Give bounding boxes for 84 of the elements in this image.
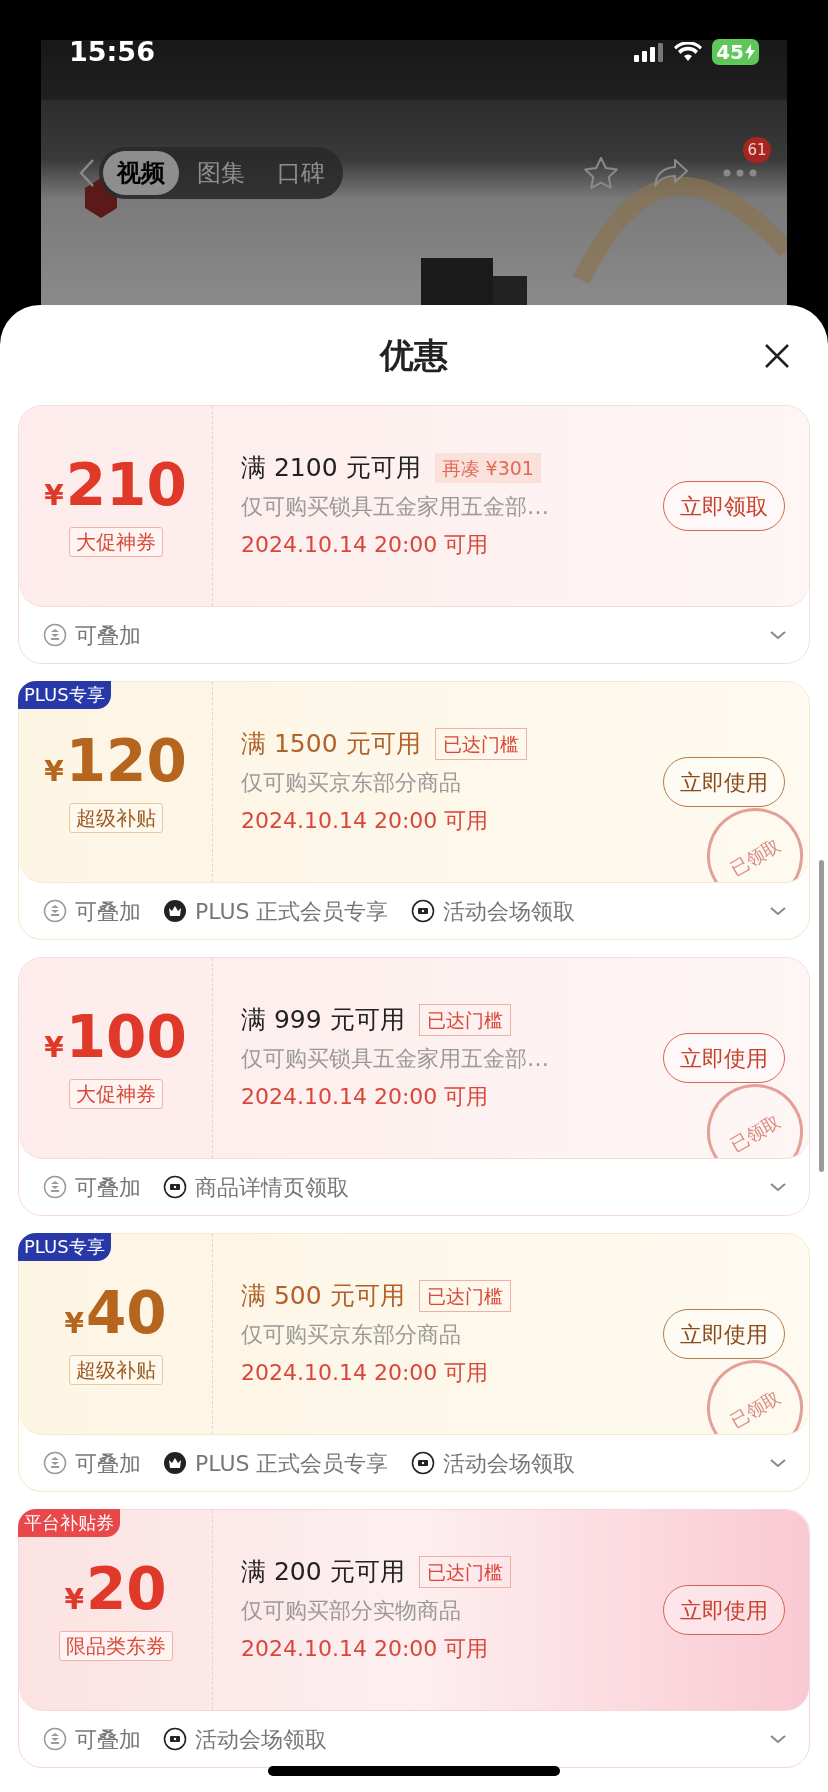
coupon-scope: 仅可购买部分实物商品: [241, 1597, 462, 1625]
feature-label: PLUS 正式会员专享: [195, 897, 389, 926]
stack-icon: [43, 1175, 67, 1199]
ticket-icon: [410, 899, 435, 923]
close-icon[interactable]: [764, 343, 790, 369]
coupon-action-button[interactable]: 立即使用: [663, 757, 785, 807]
ticket-icon: [163, 1175, 187, 1199]
coupon-time: 2024.10.14 20:00 可用: [241, 531, 490, 559]
coupon-action-button[interactable]: 立即使用: [663, 1585, 785, 1635]
coupon-tag: 限品类东券: [58, 1630, 173, 1661]
condition-note: 已达门槛: [434, 728, 527, 760]
condition-note: 已达门槛: [418, 1004, 511, 1036]
condition-note: 再凑 ¥301: [434, 453, 541, 483]
more-icon[interactable]: [723, 169, 757, 177]
feature-label: 活动会场领取: [195, 1725, 327, 1754]
media-tab[interactable]: 图集: [183, 151, 259, 195]
ticket-icon: [410, 1451, 435, 1475]
coupon-action-button[interactable]: 立即使用: [663, 1033, 785, 1083]
feature-label: 活动会场领取: [442, 1449, 575, 1478]
coupon-tag: 超级补贴: [68, 802, 163, 833]
media-tab[interactable]: 口碑: [263, 151, 339, 195]
feature-label: 商品详情页领取: [195, 1173, 349, 1202]
currency-symbol: ¥: [64, 1581, 84, 1618]
sheet-title: 优惠: [380, 333, 448, 377]
ticket-icon: [163, 1727, 187, 1751]
signal-icon: [634, 42, 665, 63]
coupon-tag: 大促神券: [68, 1078, 163, 1109]
charging-icon: [745, 44, 755, 61]
condition-note: 已达门槛: [418, 1280, 511, 1312]
chevron-down-icon[interactable]: [769, 905, 787, 917]
crown-icon: [163, 899, 187, 923]
feature-label: 可叠加: [75, 1173, 141, 1202]
coupon-tag: 大促神券: [68, 526, 163, 557]
coupon-amount: 20: [85, 1559, 167, 1618]
coupon-action-button[interactable]: 立即领取: [663, 481, 785, 531]
feature-label: 可叠加: [75, 1449, 141, 1478]
share-icon[interactable]: [653, 158, 689, 188]
chevron-down-icon[interactable]: [769, 1733, 787, 1745]
feature-label: 可叠加: [75, 1725, 141, 1754]
condition-note: 已达门槛: [418, 1556, 511, 1588]
coupon-condition: 满 999 元可用: [241, 1004, 405, 1036]
coupon-scope: 仅可购买京东部分商品: [241, 769, 462, 797]
crown-icon: [163, 1451, 187, 1475]
corner-badge: 平台补贴券: [18, 1509, 120, 1537]
coupon-amount: 120: [65, 731, 187, 790]
chevron-down-icon[interactable]: [769, 1181, 787, 1193]
battery-indicator: 45: [712, 39, 759, 66]
currency-symbol: ¥: [44, 477, 64, 514]
coupon-time: 2024.10.14 20:00 可用: [241, 1359, 490, 1387]
coupon-scope: 仅可购买锁具五金家用五金部…: [241, 1045, 550, 1073]
stack-icon: [43, 623, 67, 647]
currency-symbol: ¥: [44, 753, 64, 790]
coupon-scope: 仅可购买锁具五金家用五金部…: [241, 493, 550, 521]
coupon-scope: 仅可购买京东部分商品: [241, 1321, 462, 1349]
corner-badge: PLUS专享: [18, 681, 111, 709]
coupon-time: 2024.10.14 20:00 可用: [241, 1083, 490, 1111]
coupon-condition: 满 200 元可用: [241, 1556, 405, 1588]
stack-icon: [43, 1727, 67, 1751]
chevron-down-icon[interactable]: [769, 629, 787, 641]
coupon-amount: 210: [65, 455, 187, 514]
coupon-amount: 40: [85, 1283, 167, 1342]
currency-symbol: ¥: [64, 1305, 84, 1342]
stack-icon: [43, 899, 67, 923]
media-tab[interactable]: 视频: [103, 151, 179, 195]
coupon-condition: 满 500 元可用: [241, 1280, 405, 1312]
stack-icon: [43, 1451, 67, 1475]
coupon-condition: 满 1500 元可用: [241, 728, 421, 760]
coupon-time: 2024.10.14 20:00 可用: [241, 807, 490, 835]
star-icon[interactable]: [583, 156, 619, 190]
chevron-down-icon[interactable]: [769, 1457, 787, 1469]
feature-label: 可叠加: [75, 621, 141, 650]
feature-label: 活动会场领取: [442, 897, 575, 926]
currency-symbol: ¥: [44, 1029, 64, 1066]
coupon-time: 2024.10.14 20:00 可用: [241, 1635, 490, 1663]
back-icon[interactable]: [79, 158, 95, 188]
status-time: 15:56: [69, 35, 155, 69]
wifi-icon: [674, 42, 703, 63]
coupon-amount: 100: [65, 1007, 187, 1066]
corner-badge: PLUS专享: [18, 1233, 111, 1261]
coupon-action-button[interactable]: 立即使用: [663, 1309, 785, 1359]
coupon-condition: 满 2100 元可用: [241, 452, 421, 484]
coupon-tag: 超级补贴: [68, 1354, 163, 1385]
feature-label: 可叠加: [75, 897, 141, 926]
feature-label: PLUS 正式会员专享: [195, 1449, 389, 1478]
